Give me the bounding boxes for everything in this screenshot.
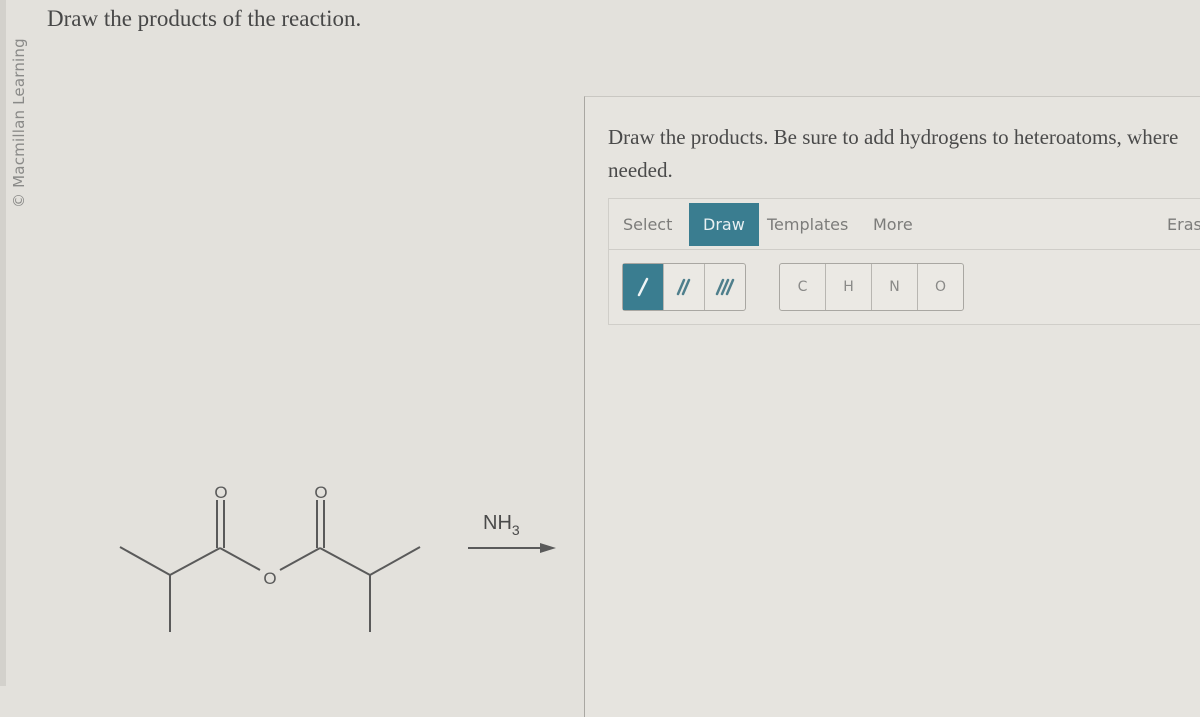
reagent-label: NH3	[483, 512, 520, 538]
single-bond-button[interactable]	[623, 264, 664, 310]
atom-label-o: O	[263, 569, 276, 588]
editor-instructions: Draw the products. Be sure to add hydrog…	[608, 125, 1179, 182]
bond-tool-group	[622, 263, 746, 311]
bond	[319, 547, 371, 576]
toolbar-tabs: Select Draw Templates More Eras	[609, 199, 1200, 250]
atom-c-button[interactable]: C	[780, 264, 826, 310]
tab-select[interactable]: Select	[623, 203, 672, 246]
question-text: Draw the products of the reaction.	[47, 6, 362, 31]
drawing-toolbar: Select Draw Templates More Eras C H N O	[608, 198, 1200, 325]
bond	[169, 547, 221, 576]
double-bond-button[interactable]	[664, 264, 705, 310]
left-edge-bar	[0, 0, 6, 686]
tab-templates[interactable]: Templates	[767, 203, 848, 246]
bond	[219, 547, 261, 571]
bond	[279, 547, 321, 571]
atom-o-button[interactable]: O	[918, 264, 963, 310]
reaction-scheme: O O O NH3	[119, 483, 556, 632]
copyright-label: © Macmillan Learning	[10, 38, 28, 208]
triple-bond-button[interactable]	[705, 264, 745, 310]
atom-h-button[interactable]: H	[826, 264, 872, 310]
single-bond-icon	[637, 277, 649, 297]
tab-more[interactable]: More	[873, 203, 913, 246]
reactant-structure	[119, 500, 421, 632]
answer-panel	[584, 96, 1200, 717]
tab-draw[interactable]: Draw	[689, 203, 759, 246]
tab-erase[interactable]: Eras	[1167, 203, 1200, 246]
atom-tool-group: C H N O	[779, 263, 964, 311]
bond	[119, 546, 171, 576]
bond	[369, 546, 421, 576]
atom-label-o: O	[314, 483, 327, 502]
atom-n-button[interactable]: N	[872, 264, 918, 310]
reaction-arrow	[468, 543, 556, 553]
triple-bond-icon	[715, 278, 735, 296]
double-bond-icon	[676, 278, 691, 296]
atom-label-o: O	[214, 483, 227, 502]
